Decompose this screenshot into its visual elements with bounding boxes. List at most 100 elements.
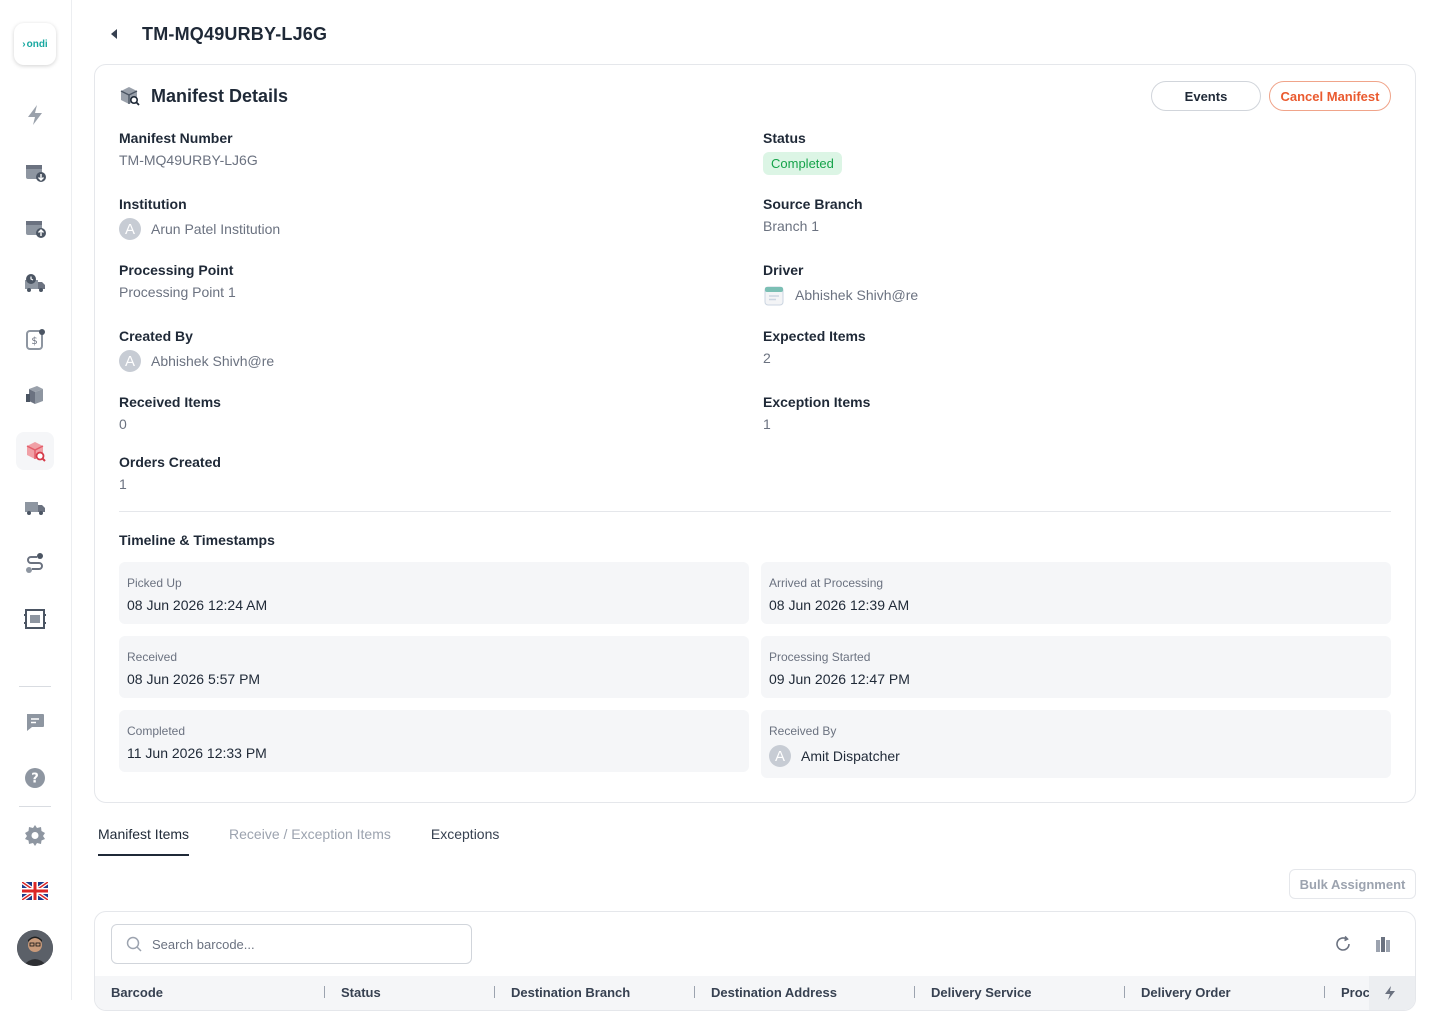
back-arrow-icon [111,29,117,39]
cancel-manifest-button[interactable]: Cancel Manifest [1269,81,1391,111]
manifest-details-card: Manifest Details Events Cancel Manifest … [94,64,1416,803]
field-value: A Arun Patel Institution [119,218,280,240]
nav-scheduled-delivery[interactable] [16,264,54,302]
field-label: Source Branch [763,196,863,212]
nav-scanner[interactable] [16,600,54,638]
logo-dot-icon: › [22,38,26,50]
table-header: Barcode Status Destination Branch Destin… [95,976,1415,1010]
box-in-icon [26,165,46,182]
user-avatar[interactable] [17,930,53,966]
page-header: TM-MQ49URBY-LJ6G [106,22,327,46]
field-value: Abhishek Shivh@re [763,284,918,306]
refresh-button[interactable] [1333,934,1353,954]
field-status: Status Completed [763,130,842,175]
chat-icon [27,714,44,731]
section-divider [119,511,1391,512]
column-label: Destination Address [711,985,837,1000]
column-label: Status [341,985,381,1000]
field-label: Exception Items [763,394,871,410]
back-button[interactable] [106,26,122,42]
boxes-icon [26,386,43,404]
field-exception-items: Exception Items 1 [763,394,870,432]
field-label: Processing Point [119,262,234,278]
column-header-destination-branch[interactable]: Destination Branch [495,976,695,1010]
nav-billing[interactable]: $ [16,320,54,358]
main-content: TM-MQ49URBY-LJ6G Manifest Details Events… [72,0,1440,1011]
columns-button[interactable] [1373,934,1393,954]
sidebar-divider-2 [19,806,51,807]
nav-messages[interactable] [16,703,54,741]
app-logo[interactable]: › ondi [14,23,56,65]
field-label: Manifest Number [119,130,233,146]
search-icon [126,936,142,952]
box-search-icon [120,87,140,106]
route-icon [26,553,43,573]
sidebar-divider [19,686,51,687]
invoice-dollar-icon: $ [26,329,45,350]
column-header-delivery-service[interactable]: Delivery Service [915,976,1125,1010]
column-header-status[interactable]: Status [325,976,495,1010]
field-processing-point: Processing Point Processing Point 1 [119,262,236,300]
nav-settings[interactable] [16,816,54,854]
logo-text: ondi [26,38,48,50]
sidebar: › ondi $ ? [0,0,72,1000]
svg-text:?: ? [31,772,39,787]
column-header-barcode[interactable]: Barcode [95,976,325,1010]
tab-exceptions[interactable]: Exceptions [431,826,499,856]
field-created-by: Created By A Abhishek Shivh@re [119,328,274,372]
ts-label: Completed [127,724,186,738]
column-label: Delivery Service [931,985,1032,1000]
nav-inventory[interactable] [16,376,54,414]
nav-routes[interactable] [16,544,54,582]
field-received-items: Received Items 0 [119,394,221,432]
receiver-name: Amit Dispatcher [801,748,900,764]
ts-value: 11 Jun 2026 12:33 PM [127,745,267,761]
column-header-delivery-order[interactable]: Delivery Order [1125,976,1325,1010]
column-header-destination-address[interactable]: Destination Address [695,976,915,1010]
timestamp-received: Received 08 Jun 2026 5:57 PM [119,636,749,698]
nav-manifests[interactable] [16,432,54,470]
field-label: Institution [119,196,187,212]
tab-manifest-items[interactable]: Manifest Items [98,826,190,856]
uk-flag-icon [22,882,48,900]
truck-icon [25,502,45,515]
ts-label: Received [127,650,178,664]
field-label: Created By [119,328,193,344]
receiver-avatar: A [769,745,791,767]
institution-name: Arun Patel Institution [151,221,281,237]
field-orders-created: Orders Created 1 [119,454,221,492]
box-search-red-icon [26,442,46,462]
field-value: Processing Point 1 [119,284,236,300]
timestamp-completed: Completed 11 Jun 2026 12:33 PM [119,710,749,772]
manifest-items-table: Barcode Status Destination Branch Destin… [94,911,1416,1011]
question-icon: ? [25,768,45,788]
nav-quick-actions[interactable] [16,96,54,134]
ts-label: Received By [769,724,837,738]
nav-outbound[interactable] [16,208,54,246]
bulk-assignment-button[interactable]: Bulk Assignment [1289,869,1416,899]
field-label: Status [763,130,806,146]
column-label: Proc [1341,985,1369,1000]
column-label: Delivery Order [1141,985,1231,1000]
column-actions-header[interactable] [1369,976,1415,1010]
lightning-icon [28,105,42,125]
search-input[interactable] [152,936,452,952]
timestamp-received-by: Received By A Amit Dispatcher [761,710,1391,778]
ts-value: 08 Jun 2026 5:57 PM [127,671,261,687]
timeline-title: Timeline & Timestamps [119,532,275,548]
field-driver: Driver Abhishek Shivh@re [763,262,918,306]
creator-avatar: A [119,350,141,372]
nav-fleet[interactable] [16,488,54,526]
events-button[interactable]: Events [1151,81,1261,111]
ts-value: 09 Jun 2026 12:47 PM [769,671,910,687]
field-label: Expected Items [763,328,866,344]
page-title: TM-MQ49URBY-LJ6G [142,23,328,44]
timestamp-processing-started: Processing Started 09 Jun 2026 12:47 PM [761,636,1391,698]
nav-inbound[interactable] [16,152,54,190]
field-label: Received Items [119,394,221,410]
gear-icon [25,825,45,846]
column-header-proc[interactable]: Proc [1325,976,1369,1010]
tab-receive-exception-items[interactable]: Receive / Exception Items [229,826,391,856]
nav-help[interactable]: ? [16,759,54,797]
nav-language[interactable] [16,872,54,910]
